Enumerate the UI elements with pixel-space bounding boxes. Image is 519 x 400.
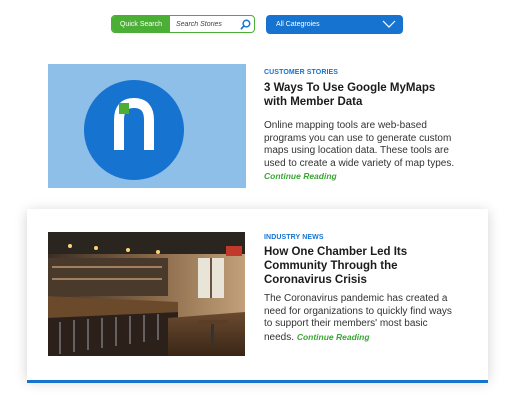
story-excerpt-text: Online mapping tools are web-based progr… (264, 120, 455, 169)
story-card[interactable]: CUSTOMER STORIES 3 Ways To Use Google My… (0, 0, 519, 200)
story-title[interactable]: How One Chamber Led Its Community Throug… (264, 245, 429, 287)
story-card-featured[interactable]: INDUSTRY NEWS How One Chamber Led Its Co… (27, 209, 488, 383)
restaurant-bar-photo (48, 232, 245, 356)
story-thumbnail[interactable] (48, 232, 245, 356)
continue-reading-link[interactable]: Continue Reading (297, 332, 370, 342)
story-category: INDUSTRY NEWS (264, 234, 324, 241)
story-category: CUSTOMER STORIES (264, 69, 339, 76)
continue-reading-link[interactable]: Continue Reading (264, 171, 337, 181)
story-title[interactable]: 3 Ways To Use Google MyMaps with Member … (264, 81, 454, 109)
logo-n-icon (84, 80, 184, 180)
story-excerpt: Online mapping tools are web-based progr… (264, 120, 464, 184)
card-accent-bar (27, 380, 488, 383)
story-thumbnail[interactable] (48, 64, 246, 188)
story-excerpt: The Coronavirus pandemic has created a n… (264, 293, 459, 344)
